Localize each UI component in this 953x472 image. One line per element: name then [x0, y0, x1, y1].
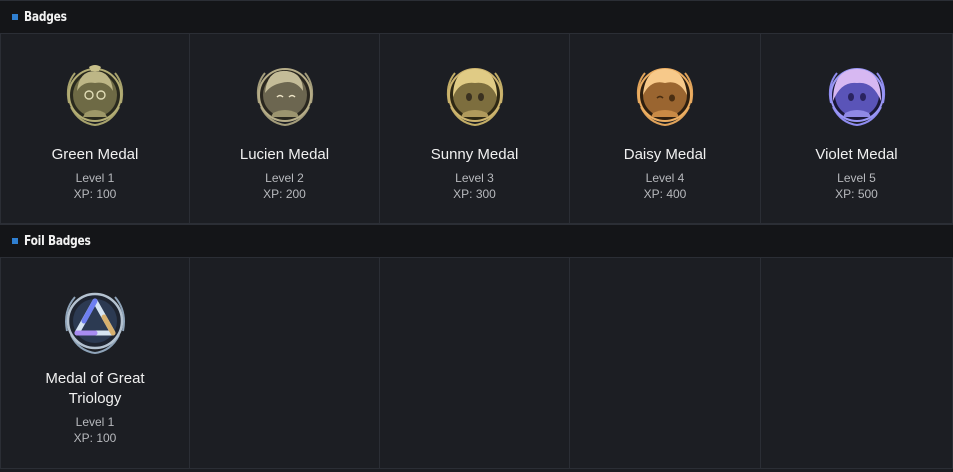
badge-card[interactable]: Daisy Medal Level 4 XP: 400 [570, 34, 761, 224]
daisy-medal-icon [636, 68, 694, 127]
badge-card[interactable]: Green Medal Level 1 XP: 100 [0, 34, 190, 224]
badge-level: Level 1 [75, 171, 115, 185]
foil-badges-grid: Medal of Great Triology Level 1 XP: 100 [0, 258, 953, 469]
badge-card[interactable]: Lucien Medal Level 2 XP: 200 [190, 34, 380, 224]
section-title: Foil Badges [24, 233, 91, 249]
badges-grid: Green Medal Level 1 XP: 100 Lucien Medal… [0, 34, 953, 224]
foil-badge-card[interactable]: Medal of Great Triology Level 1 XP: 100 [0, 258, 190, 469]
badge-card[interactable]: Sunny Medal Level 3 XP: 300 [380, 34, 570, 224]
badge-xp: XP: 500 [835, 187, 878, 201]
badge-xp: XP: 100 [73, 187, 117, 201]
badge-name: Sunny Medal [430, 146, 519, 163]
badge-level: Level 5 [837, 171, 876, 185]
violet-medal-icon [828, 68, 885, 127]
badges-section-header: Badges [0, 0, 953, 34]
badge-name: Green Medal [51, 146, 139, 163]
great-triology-medal-icon [65, 292, 125, 355]
badge-xp: XP: 400 [643, 187, 687, 201]
badge-level: Level 3 [455, 171, 494, 185]
section-marker [12, 238, 18, 244]
badge-xp: XP: 300 [453, 187, 496, 201]
section-marker [12, 14, 18, 20]
badge-name: Daisy Medal [623, 146, 707, 163]
foil-badge-level: Level 1 [75, 415, 115, 429]
badge-level: Level 4 [645, 171, 685, 185]
sunny-medal-icon [446, 68, 503, 127]
empty-slot [570, 258, 761, 469]
badge-level: Level 2 [265, 171, 304, 185]
section-title: Badges [24, 9, 67, 25]
badge-name: Lucien Medal [239, 146, 330, 163]
lucien-medal-icon [256, 68, 313, 127]
empty-slot [761, 258, 953, 469]
badge-name: Violet Medal [815, 146, 898, 163]
foil-badge-xp: XP: 100 [73, 431, 117, 445]
badge-card[interactable]: Violet Medal Level 5 XP: 500 [761, 34, 953, 224]
foil-badges-section-header: Foil Badges [0, 224, 953, 258]
empty-slot [380, 258, 570, 469]
foil-badge-name: Medal of Great Triology [45, 370, 145, 407]
green-medal-icon [66, 65, 124, 127]
badge-xp: XP: 200 [263, 187, 306, 201]
empty-slot [190, 258, 380, 469]
